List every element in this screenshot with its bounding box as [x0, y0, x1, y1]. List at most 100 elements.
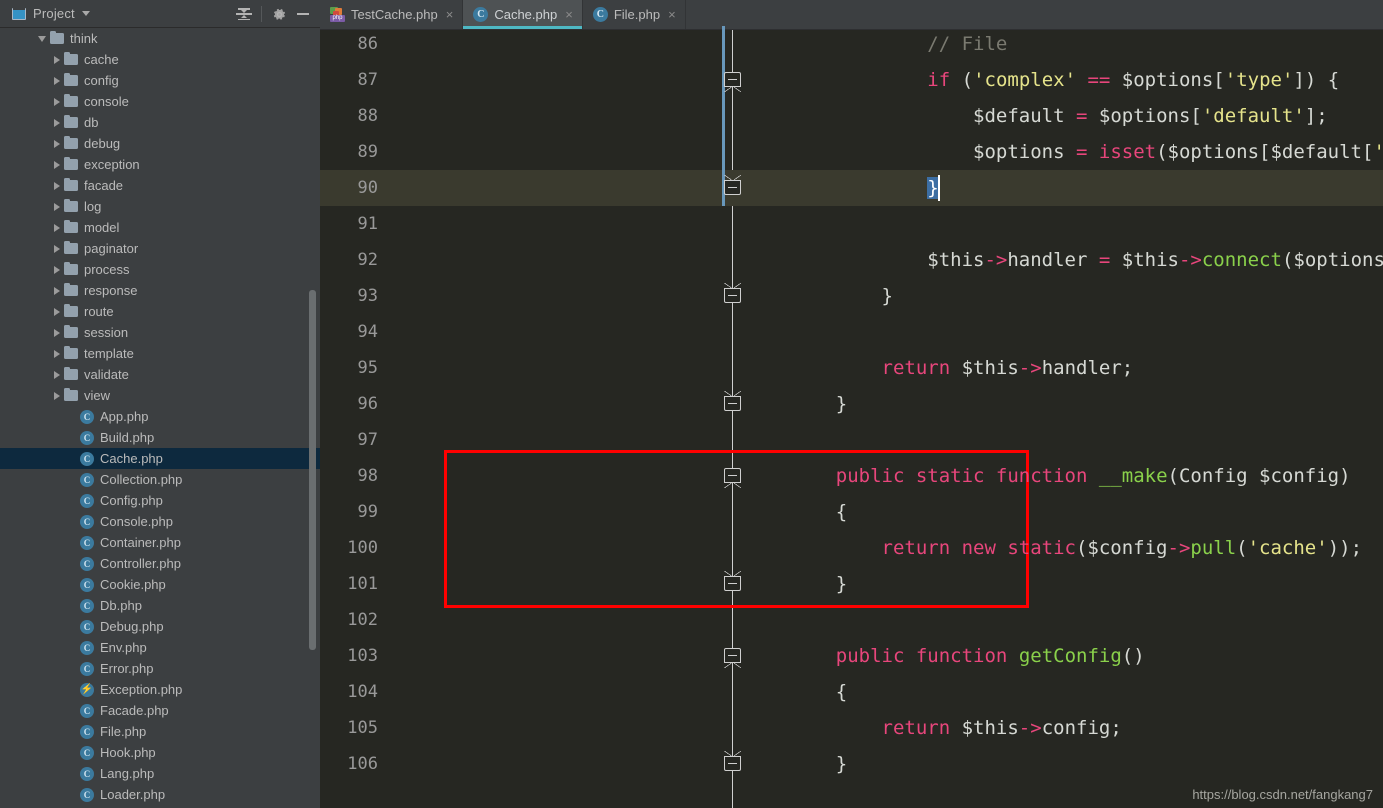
tree-item-route[interactable]: route	[0, 301, 320, 322]
tree-item-paginator[interactable]: paginator	[0, 238, 320, 259]
chevron-down-icon[interactable]	[38, 35, 46, 42]
tree-item-template[interactable]: template	[0, 343, 320, 364]
fold-start-icon[interactable]	[724, 648, 741, 668]
tree-item-label: log	[84, 199, 102, 214]
minimize-button[interactable]	[292, 3, 314, 25]
code-line[interactable]: 104	[320, 674, 1383, 710]
tree-item-debug-php[interactable]: C Debug.php	[0, 616, 320, 637]
tree-item-think[interactable]: think	[0, 28, 320, 49]
tree-item-log[interactable]: log	[0, 196, 320, 217]
tree-item-validate[interactable]: validate	[0, 364, 320, 385]
tree-item-facade[interactable]: facade	[0, 175, 320, 196]
chevron-right-icon[interactable]	[54, 391, 60, 400]
chevron-right-icon[interactable]	[54, 223, 60, 232]
close-icon[interactable]: ×	[446, 7, 454, 22]
editor-tab-cache-php[interactable]: C Cache.php ×	[463, 0, 583, 29]
code-line[interactable]: 94	[320, 314, 1383, 350]
sidebar-scrollbar[interactable]	[309, 290, 316, 650]
chevron-right-icon[interactable]	[54, 286, 60, 295]
editor-tab-file-php[interactable]: C File.php ×	[583, 0, 686, 29]
code-line[interactable]: 101	[320, 566, 1383, 602]
code-line[interactable]: 102	[320, 602, 1383, 638]
chevron-right-icon[interactable]	[54, 160, 60, 169]
chevron-right-icon[interactable]	[54, 349, 60, 358]
chevron-right-icon[interactable]	[54, 265, 60, 274]
tree-item-exception-php[interactable]: ⚡ Exception.php	[0, 679, 320, 700]
tree-item-label: template	[84, 346, 134, 361]
chevron-right-icon[interactable]	[54, 181, 60, 190]
line-number: 86	[357, 34, 378, 54]
tree-item-config[interactable]: config	[0, 70, 320, 91]
tree-item-view[interactable]: view	[0, 385, 320, 406]
chevron-right-icon[interactable]	[54, 202, 60, 211]
folder-icon	[64, 240, 78, 254]
tree-item-console-php[interactable]: C Console.php	[0, 511, 320, 532]
code-line[interactable]: 99	[320, 494, 1383, 530]
fold-end-icon[interactable]	[724, 751, 741, 771]
tree-item-cookie-php[interactable]: C Cookie.php	[0, 574, 320, 595]
fold-end-icon[interactable]	[724, 283, 741, 303]
code-line[interactable]: 91	[320, 206, 1383, 242]
chevron-right-icon[interactable]	[54, 328, 60, 337]
code-line[interactable]: 106	[320, 746, 1383, 782]
tree-item-label: route	[84, 304, 114, 319]
tree-item-file-php[interactable]: C File.php	[0, 721, 320, 742]
tree-item-error-php[interactable]: C Error.php	[0, 658, 320, 679]
chevron-right-icon[interactable]	[54, 307, 60, 316]
tree-item-exception[interactable]: exception	[0, 154, 320, 175]
code-token: (	[1236, 537, 1248, 559]
code-token: // File	[927, 33, 1008, 55]
tree-item-facade-php[interactable]: C Facade.php	[0, 700, 320, 721]
chevron-right-icon[interactable]	[54, 370, 60, 379]
tree-item-session[interactable]: session	[0, 322, 320, 343]
code-token: $options[	[1110, 69, 1225, 91]
tree-item-model[interactable]: model	[0, 217, 320, 238]
chevron-right-icon[interactable]	[54, 139, 60, 148]
text-caret	[937, 175, 940, 201]
code-line-text: return $this -> config;	[790, 710, 1122, 746]
code-area[interactable]: 86 // File 87 if ('complex' == $options['…	[320, 26, 1383, 808]
tree-item-debug[interactable]: debug	[0, 133, 320, 154]
fold-end-icon[interactable]	[724, 391, 741, 411]
tree-item-config-php[interactable]: C Config.php	[0, 490, 320, 511]
tree-item-hook-php[interactable]: C Hook.php	[0, 742, 320, 763]
line-number: 102	[347, 610, 378, 630]
tree-item-build-php[interactable]: C Build.php	[0, 427, 320, 448]
chevron-right-icon[interactable]	[54, 55, 60, 64]
tree-item-response[interactable]: response	[0, 280, 320, 301]
close-icon[interactable]: ×	[668, 7, 676, 22]
collapse-all-button[interactable]	[233, 3, 255, 25]
fold-end-icon[interactable]	[724, 175, 741, 195]
chevron-right-icon[interactable]	[54, 244, 60, 253]
tree-item-cache-php[interactable]: C Cache.php	[0, 448, 320, 469]
chevron-right-icon[interactable]	[54, 97, 60, 106]
tree-item-env-php[interactable]: C Env.php	[0, 637, 320, 658]
tree-item-app-php[interactable]: C App.php	[0, 406, 320, 427]
tree-item-console[interactable]: console	[0, 91, 320, 112]
chevron-right-icon[interactable]	[54, 76, 60, 85]
tree-item-container-php[interactable]: C Container.php	[0, 532, 320, 553]
code-line[interactable]: 97	[320, 422, 1383, 458]
fold-start-icon[interactable]	[724, 72, 741, 92]
tree-item-lang-php[interactable]: C Lang.php	[0, 763, 320, 784]
fold-start-icon[interactable]	[724, 468, 741, 488]
close-icon[interactable]: ×	[565, 7, 573, 22]
php-class-file-icon: C	[80, 577, 94, 592]
tree-item-cache[interactable]: cache	[0, 49, 320, 70]
editor-tab-testcache-php[interactable]: php TestCache.php ×	[320, 0, 464, 29]
tree-item-db-php[interactable]: C Db.php	[0, 595, 320, 616]
chevron-down-icon[interactable]	[81, 11, 90, 16]
tree-item-controller-php[interactable]: C Controller.php	[0, 553, 320, 574]
tree-item-loader-php[interactable]: C Loader.php	[0, 784, 320, 805]
chevron-right-icon[interactable]	[54, 118, 60, 127]
code-line[interactable]: 96	[320, 386, 1383, 422]
line-number: 95	[357, 358, 378, 378]
project-tree[interactable]: think cache config console db debug exception f…	[0, 28, 320, 808]
tree-item-db[interactable]: db	[0, 112, 320, 133]
settings-button[interactable]	[268, 3, 290, 25]
tree-item-process[interactable]: process	[0, 259, 320, 280]
tree-item-collection-php[interactable]: C Collection.php	[0, 469, 320, 490]
fold-end-icon[interactable]	[724, 571, 741, 591]
